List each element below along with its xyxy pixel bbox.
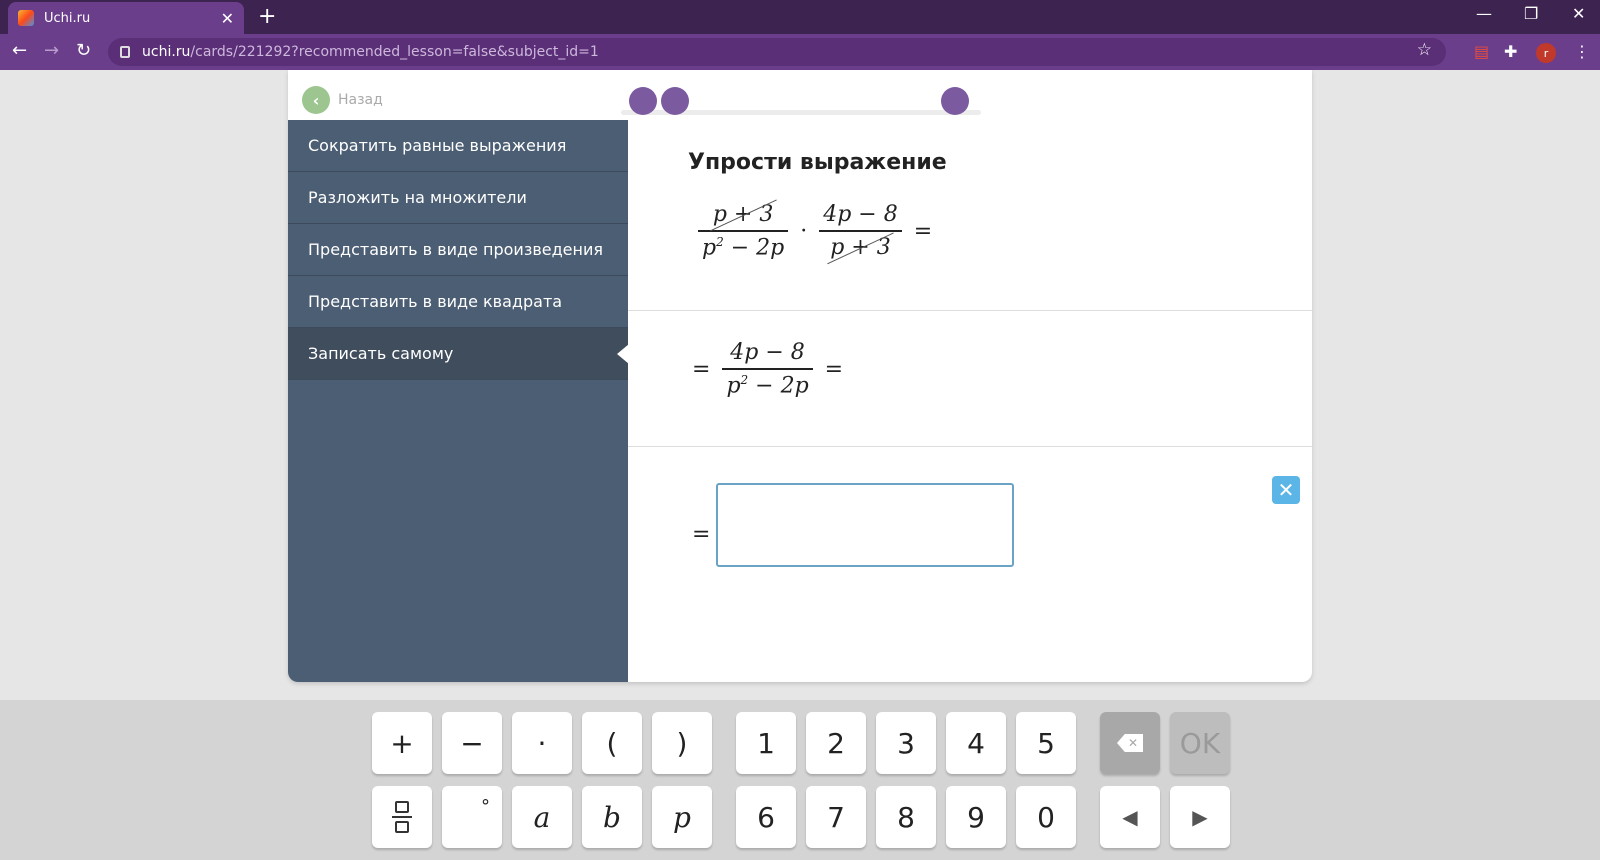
menu-item-cancel[interactable]: Сократить равные выражения xyxy=(288,120,628,172)
browser-toolbar: ← → ↻ uchi.ru/cards/221292?recommended_l… xyxy=(0,34,1600,70)
forward-arrow-icon[interactable]: → xyxy=(44,40,59,61)
key-1[interactable]: 1 xyxy=(736,712,796,774)
key-degree[interactable]: ° xyxy=(442,786,502,848)
menu-item-write-self[interactable]: Записать самому xyxy=(288,328,629,380)
hint-sidebar: Сократить равные выражения Разложить на … xyxy=(288,120,629,682)
key-backspace[interactable]: ✕ xyxy=(1100,712,1160,774)
browser-tabbar: Uchi.ru ✕ + — ❐ ✕ xyxy=(0,0,1600,34)
key-5[interactable]: 5 xyxy=(1016,712,1076,774)
menu-item-square[interactable]: Представить в виде квадрата xyxy=(288,276,628,328)
url-host: uchi.ru xyxy=(142,44,191,60)
key-minus[interactable]: − xyxy=(442,712,502,774)
equals-sign: = xyxy=(692,356,711,382)
divider xyxy=(628,446,1312,447)
progress-dot xyxy=(629,87,657,115)
reload-icon[interactable]: ↻ xyxy=(76,40,91,61)
key-0[interactable]: 0 xyxy=(1016,786,1076,848)
key-open-paren[interactable]: ( xyxy=(582,712,642,774)
close-window-button[interactable]: ✕ xyxy=(1572,4,1585,23)
extensions-puzzle-icon[interactable]: ✚ xyxy=(1504,42,1517,61)
key-9[interactable]: 9 xyxy=(946,786,1006,848)
frac-numerator: p + 3 xyxy=(709,202,778,227)
divider xyxy=(628,310,1312,311)
lock-icon xyxy=(120,46,130,58)
fraction: 4p − 8 p + 3 xyxy=(819,202,902,260)
key-b[interactable]: b xyxy=(582,786,642,848)
site-favicon-icon xyxy=(18,10,34,26)
math-keyboard: + − · ( ) 1 2 3 4 5 ✕ OK ° a b p 6 7 8 9… xyxy=(0,700,1600,860)
key-ok[interactable]: OK xyxy=(1170,712,1230,774)
backspace-icon: ✕ xyxy=(1117,734,1143,752)
fraction-icon xyxy=(392,801,412,833)
key-fraction[interactable] xyxy=(372,786,432,848)
back-arrow-icon[interactable]: ← xyxy=(12,40,27,61)
minimize-button[interactable]: — xyxy=(1476,4,1492,23)
back-link[interactable]: ‹ Назад xyxy=(302,86,383,114)
menu-item-factor[interactable]: Разложить на множители xyxy=(288,172,628,224)
frac-numerator: 4p − 8 xyxy=(730,340,805,365)
key-4[interactable]: 4 xyxy=(946,712,1006,774)
url-path: /cards/221292?recommended_lesson=false&s… xyxy=(190,44,599,60)
key-3[interactable]: 3 xyxy=(876,712,936,774)
menu-item-product[interactable]: Представить в виде произведения xyxy=(288,224,628,276)
restore-button[interactable]: ❐ xyxy=(1524,4,1538,23)
key-2[interactable]: 2 xyxy=(806,712,866,774)
chevron-left-icon: ‹ xyxy=(302,86,330,114)
tab-title: Uchi.ru xyxy=(44,10,91,26)
multiply-operator: · xyxy=(800,218,808,244)
key-p[interactable]: p xyxy=(652,786,712,848)
key-plus[interactable]: + xyxy=(372,712,432,774)
key-multiply[interactable]: · xyxy=(512,712,572,774)
answer-equals-sign: = xyxy=(692,522,711,547)
task-title: Упрости выражение xyxy=(688,150,947,175)
step2-expression: = 4p − 8 p2 − 2p = xyxy=(692,340,849,398)
frac-denominator: p2 − 2p xyxy=(726,373,809,399)
key-right-arrow[interactable]: ▶ xyxy=(1170,786,1230,848)
fraction: 4p − 8 p2 − 2p xyxy=(722,340,813,399)
tab-close-icon[interactable]: ✕ xyxy=(221,9,234,28)
key-close-paren[interactable]: ) xyxy=(652,712,712,774)
key-7[interactable]: 7 xyxy=(806,786,866,848)
equals-sign: = xyxy=(913,218,933,244)
new-tab-button[interactable]: + xyxy=(258,4,276,29)
clear-step-button[interactable]: ✕ xyxy=(1272,476,1300,504)
equals-sign: = xyxy=(824,356,844,382)
answer-input[interactable] xyxy=(716,483,1014,567)
key-a[interactable]: a xyxy=(512,786,572,848)
address-bar[interactable]: uchi.ru/cards/221292?recommended_lesson=… xyxy=(108,38,1446,66)
solution-area: Упрости выражение p + 3 p2 − 2p · 4p − 8… xyxy=(628,120,1312,682)
progress-dot xyxy=(941,87,969,115)
frac-numerator: 4p − 8 xyxy=(823,202,898,228)
pdf-extension-icon[interactable]: ▤ xyxy=(1474,42,1489,61)
progress-dot xyxy=(661,87,689,115)
key-left-arrow[interactable]: ◀ xyxy=(1100,786,1160,848)
key-8[interactable]: 8 xyxy=(876,786,936,848)
task-card: ‹ Назад Сократить равные выражения Разло… xyxy=(288,70,1312,682)
fraction: p + 3 p2 − 2p xyxy=(698,202,789,261)
browser-tab[interactable]: Uchi.ru ✕ xyxy=(8,2,244,34)
frac-denominator: p + 3 xyxy=(826,235,895,260)
bookmark-star-icon[interactable]: ☆ xyxy=(1417,40,1432,60)
back-label: Назад xyxy=(338,92,383,108)
key-6[interactable]: 6 xyxy=(736,786,796,848)
profile-avatar[interactable]: r xyxy=(1536,43,1556,63)
menu-dots-icon[interactable]: ⋮ xyxy=(1574,42,1590,61)
step1-expression: p + 3 p2 − 2p · 4p − 8 p + 3 = xyxy=(692,202,938,260)
frac-denominator: p2 − 2p xyxy=(702,235,785,261)
